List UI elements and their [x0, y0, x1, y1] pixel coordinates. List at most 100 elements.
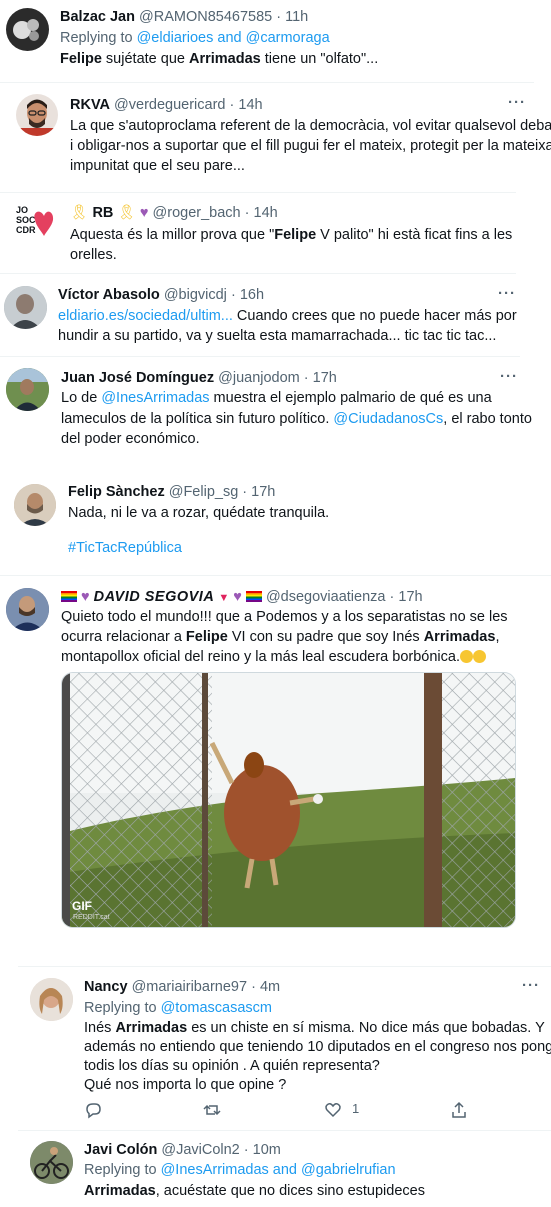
like-icon[interactable] [324, 1101, 342, 1119]
avatar-image [14, 484, 56, 526]
text-part: muestra el ejemplo palmario de qué es un… [209, 390, 492, 406]
ribbon-icon: 🎗 [117, 205, 136, 221]
article-link[interactable]: eldiario.es/sociedad/ultim... [58, 308, 233, 324]
timestamp[interactable]: 4m [260, 979, 280, 995]
tweet-text-line: además no entiendo que teniendo 10 diput… [84, 1039, 551, 1055]
handle[interactable]: @juanjodom [218, 370, 300, 386]
tweet-text-line: del poder económico. [61, 431, 200, 447]
timestamp[interactable]: 16h [240, 287, 264, 303]
highlight-term: Felipe [60, 51, 102, 67]
tweet-text-line: Arrimadas, acuéstate que no dices sino e… [84, 1181, 425, 1202]
text-part: , el rabo tonto [443, 411, 532, 427]
display-name[interactable]: Balzac Jan [60, 9, 135, 25]
highlight-term: Arrimadas [423, 629, 496, 645]
tweet-header: Javi Colón @JaviColn2 · 10m [84, 1140, 281, 1161]
more-options-icon[interactable]: ··· [500, 368, 518, 385]
more-options-icon[interactable]: ··· [498, 285, 516, 302]
handle[interactable]: @roger_bach [153, 205, 241, 221]
timestamp[interactable]: 17h [313, 370, 337, 386]
handle[interactable]: @verdeguericard [114, 97, 225, 113]
share-icon[interactable] [450, 1101, 468, 1119]
purple-heart-icon: ♥ [81, 589, 90, 605]
heart-shape [34, 211, 54, 236]
timestamp[interactable]: 11h [285, 9, 308, 25]
display-name[interactable]: Javi Colón [84, 1142, 157, 1158]
handle[interactable]: @mariairibarne97 [132, 979, 247, 995]
text-part: Cuando crees que no puede hacer más por [232, 308, 517, 324]
mention-link[interactable]: @CiudadanosCs [333, 411, 443, 427]
mention-link[interactable]: @InesArrimadas [101, 390, 209, 406]
divider [0, 192, 516, 193]
highlight-term: Felipe [185, 629, 228, 645]
laughing-emoji-icon [459, 650, 473, 663]
divider [0, 273, 516, 274]
divider [18, 966, 551, 967]
separator-dot: · [243, 1142, 249, 1158]
avatar[interactable] [4, 286, 47, 329]
hashtag-link[interactable]: #TicTacRepública [68, 538, 182, 559]
tweet-header: Felip Sànchez @Felip_sg · 17h [68, 482, 275, 503]
text-part: montapollox oficial del reino y la más l… [61, 649, 460, 665]
gif-media[interactable]: GIF REDDIT.cat [61, 672, 516, 928]
handle[interactable]: @Felip_sg [169, 484, 239, 500]
tweet-header: RKVA @verdeguericard · 14h [70, 95, 263, 116]
highlight-term: Arrimadas [84, 1183, 156, 1199]
display-name[interactable]: Víctor Abasolo [58, 287, 160, 303]
avatar[interactable] [30, 978, 73, 1021]
handle[interactable]: @RAMON85467585 [139, 9, 272, 25]
text-part: , acuéstate que no dices sino estupidece… [155, 1183, 425, 1199]
avatar[interactable] [16, 94, 58, 136]
avatar-image [4, 286, 47, 329]
tweet-header: ♥ DAVID SEGOVIA ▼ ♥ @dsegoviaatienza · 1… [61, 587, 423, 609]
rainbow-flag-icon [61, 591, 77, 602]
reply-mentions[interactable]: @InesArrimadas and @gabrielrufian [161, 1162, 396, 1178]
display-name[interactable]: RKVA [70, 97, 110, 113]
avatar[interactable] [30, 1141, 73, 1184]
purple-heart-icon: ♥ [233, 589, 242, 605]
reply-mentions[interactable]: @eldiarioes and @carmoraga [137, 30, 330, 46]
tweet-text-line: Quieto todo el mundo!!! que a Podemos y … [61, 609, 508, 625]
tweet-header: Víctor Abasolo @bigvicdj · 16h [58, 285, 264, 306]
more-options-icon[interactable]: ··· [508, 94, 526, 111]
avatar-image [6, 368, 49, 411]
tweet-text-line: eldiario.es/sociedad/ultim... Cuando cre… [58, 306, 517, 327]
avatar[interactable] [14, 484, 56, 526]
triangle-down-icon: ▼ [218, 592, 230, 604]
avatar[interactable]: JO SOC CDR [14, 202, 56, 244]
text-part: , [495, 629, 500, 645]
handle[interactable]: @dsegoviaatienza [266, 589, 386, 605]
more-options-icon[interactable]: ··· [522, 977, 540, 994]
display-name[interactable]: RB [92, 205, 113, 221]
avatar[interactable] [6, 8, 49, 51]
timestamp[interactable]: 14h [254, 205, 278, 221]
timestamp[interactable]: 17h [251, 484, 275, 500]
display-name[interactable]: Juan José Domínguez [61, 370, 214, 386]
gif-credit: REDDIT.cat [73, 914, 110, 921]
tweet-text-line: hundir a su partido, va y suelta esta ma… [58, 328, 497, 344]
timestamp[interactable]: 10m [253, 1142, 281, 1158]
reply-icon[interactable] [84, 1101, 102, 1119]
tweet-text: Felipe sujétate que Arrimadas tiene un "… [60, 49, 378, 70]
text-part: es un chiste en sí misma. No dice más qu… [187, 1020, 545, 1036]
handle[interactable]: @bigvicdj [164, 287, 227, 303]
tweet-text-line: ocurra relacionar a Felipe VI con su pad… [61, 627, 499, 648]
avatar-image [13, 19, 39, 41]
avatar[interactable] [6, 368, 49, 411]
timestamp[interactable]: 14h [238, 97, 262, 113]
separator-dot: · [230, 287, 236, 303]
laughing-emoji-icon [472, 650, 486, 663]
gif-image [62, 673, 515, 927]
handle[interactable]: @JaviColn2 [161, 1142, 239, 1158]
display-name[interactable]: DAVID SEGOVIA [94, 589, 215, 605]
avatar[interactable] [6, 588, 49, 631]
display-name[interactable]: Felip Sànchez [68, 484, 165, 500]
retweet-icon[interactable] [203, 1101, 221, 1119]
display-name[interactable]: Nancy [84, 979, 128, 995]
tweet-text-line: montapollox oficial del reino y la más l… [61, 647, 486, 668]
timestamp[interactable]: 17h [398, 589, 422, 605]
reply-mentions[interactable]: @tomascasascm [161, 1000, 272, 1016]
separator-dot: · [276, 9, 282, 25]
text-part: VI con su padre que soy Inés [227, 629, 424, 645]
avatar-image [20, 99, 54, 136]
reply-prefix: Replying to [84, 1000, 157, 1016]
